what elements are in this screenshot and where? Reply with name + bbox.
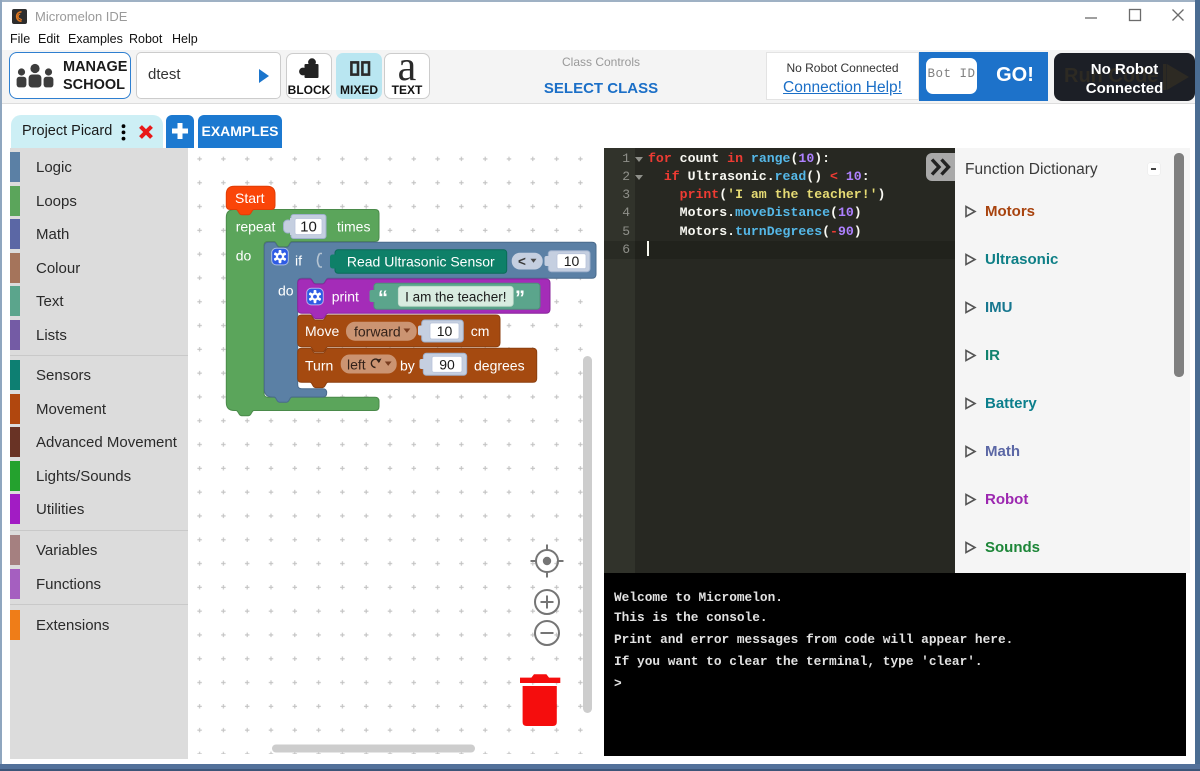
svg-text:times: times bbox=[337, 219, 370, 235]
svg-text:Move: Move bbox=[305, 323, 339, 339]
svg-text:10: 10 bbox=[300, 219, 317, 236]
svg-text:degrees: degrees bbox=[474, 358, 525, 374]
svg-text:<: < bbox=[518, 254, 526, 269]
svg-text:Read Ultrasonic Sensor: Read Ultrasonic Sensor bbox=[347, 254, 495, 270]
svg-text:do: do bbox=[236, 248, 252, 264]
svg-text:10: 10 bbox=[437, 323, 453, 339]
svg-text:10: 10 bbox=[564, 253, 580, 269]
svg-text:Turn: Turn bbox=[305, 358, 333, 374]
svg-text:repeat: repeat bbox=[236, 219, 276, 235]
svg-text:do: do bbox=[278, 283, 294, 299]
svg-text:Start: Start bbox=[235, 190, 265, 206]
svg-text:cm: cm bbox=[471, 323, 490, 339]
svg-text:by: by bbox=[400, 358, 415, 374]
svg-text:I am the teacher!: I am the teacher! bbox=[405, 289, 506, 304]
svg-text:forward: forward bbox=[354, 323, 401, 339]
svg-text:if: if bbox=[295, 253, 302, 269]
svg-text:”: ” bbox=[515, 288, 525, 310]
svg-text:90: 90 bbox=[439, 356, 455, 372]
svg-text:“: “ bbox=[378, 288, 388, 310]
svg-text:print: print bbox=[332, 289, 359, 305]
svg-text:left: left bbox=[347, 356, 366, 372]
